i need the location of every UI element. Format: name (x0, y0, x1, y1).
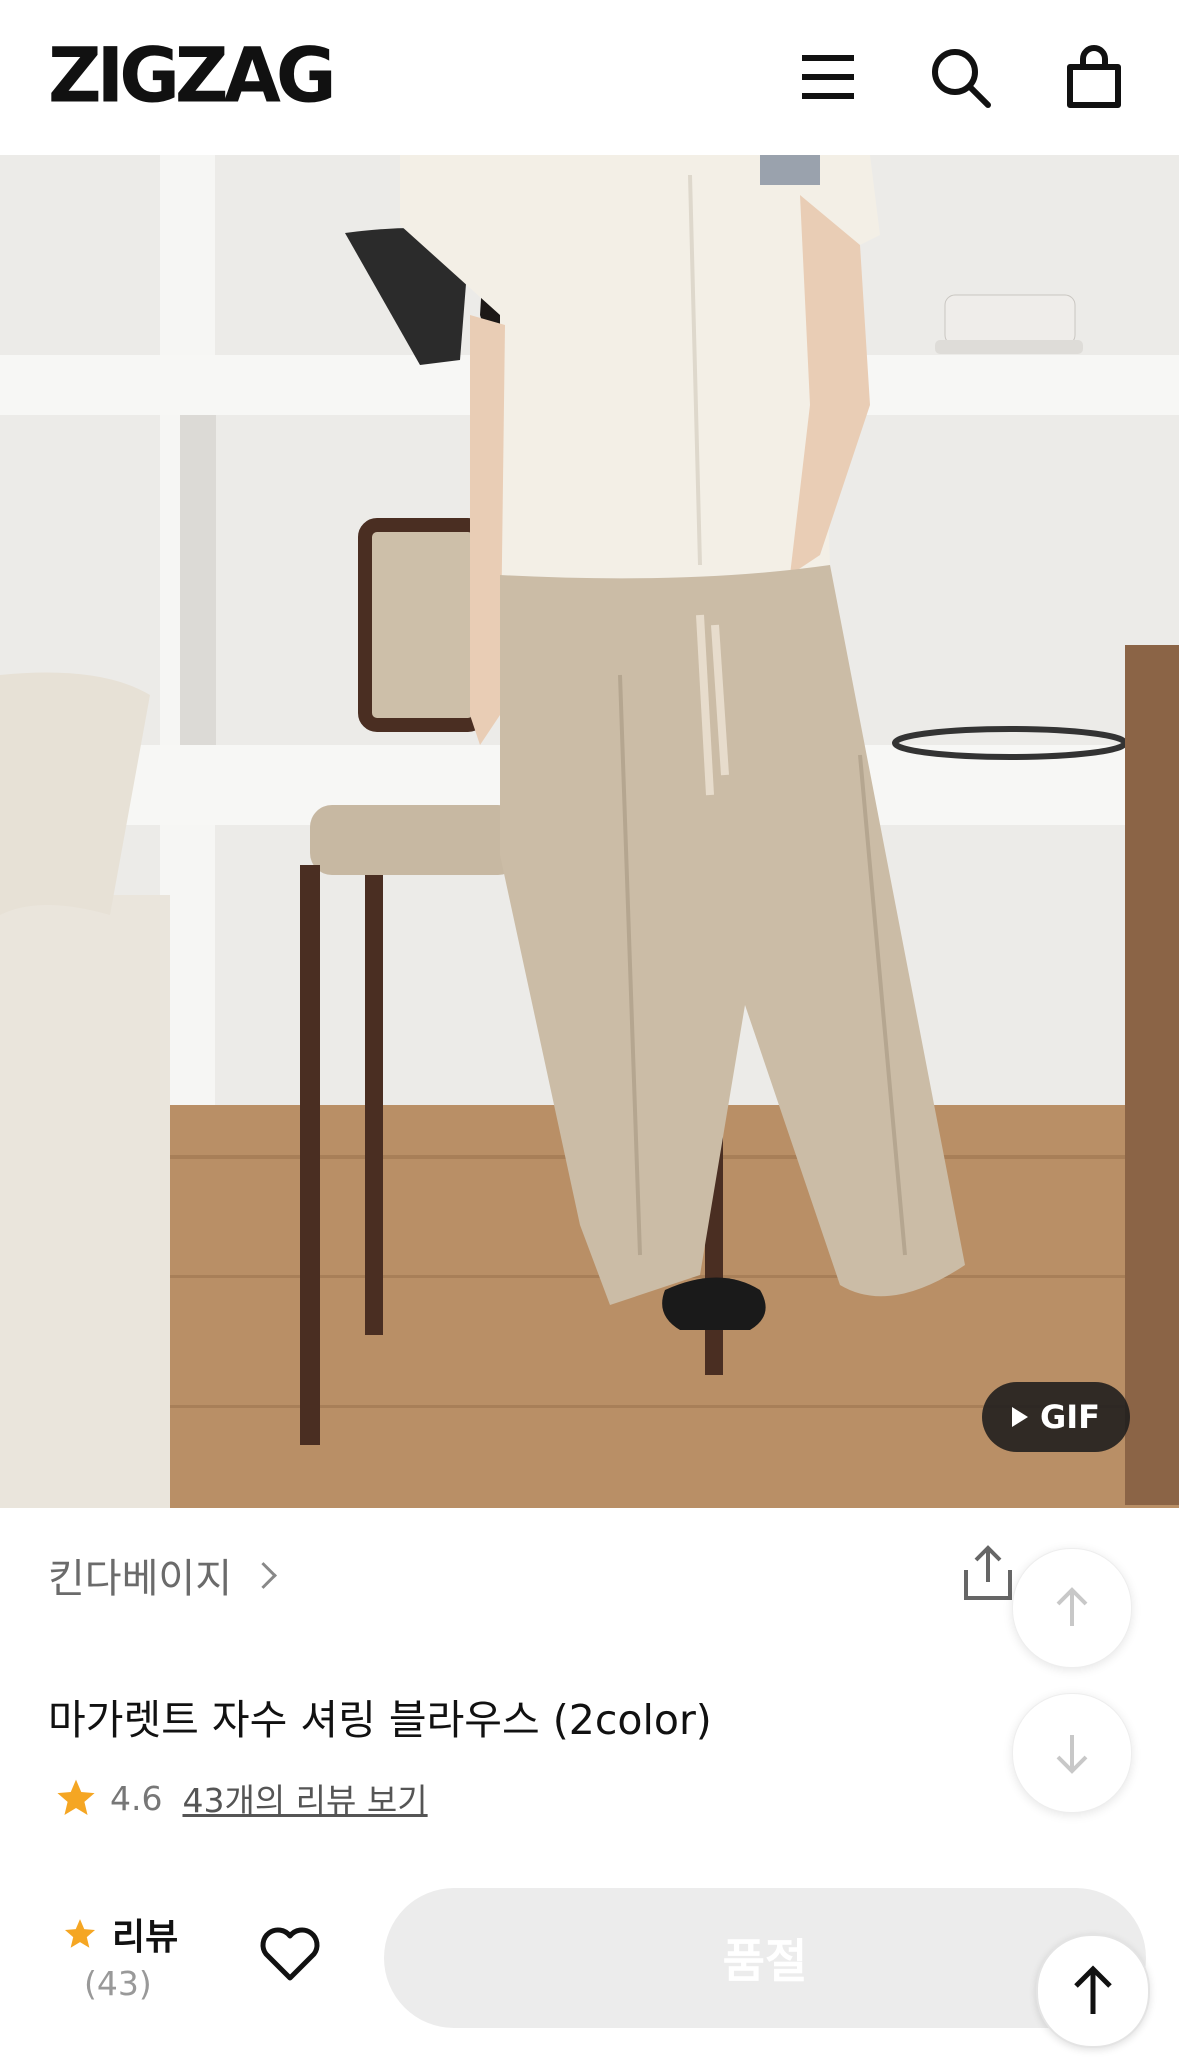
review-label: 리뷰 (112, 1917, 179, 1958)
zigzag-logo[interactable]: ZIGZAG (48, 35, 337, 117)
share-icon[interactable] (960, 1544, 1016, 1604)
arrow-down-icon (1056, 1735, 1088, 1774)
bottom-action-bar: 리뷰 (43) 품절 (0, 1858, 1179, 2067)
app-header: ZIGZAG (0, 0, 1179, 156)
review-link[interactable]: 43개의 리뷰 보기 (182, 1774, 427, 1822)
product-info: 마가렛트 자수 셔링 블라우스 (2color) 4.6 43개의 리뷰 보기 (0, 1636, 1179, 1860)
star-icon (57, 1779, 95, 1815)
scroll-down-button[interactable] (1012, 1693, 1132, 1813)
shopping-bag-icon[interactable] (1062, 45, 1126, 109)
product-photo (0, 155, 1179, 1508)
store-name: 킨다베이지 (48, 1556, 232, 1602)
product-image[interactable]: GIF (0, 155, 1179, 1508)
chevron-right-icon (250, 1561, 277, 1589)
play-icon (1011, 1407, 1028, 1427)
review-button[interactable]: 리뷰 (62, 1908, 178, 1960)
heart-icon[interactable] (258, 1924, 322, 1984)
rating-value: 4.6 (110, 1778, 163, 1818)
product-title: 마가렛트 자수 셔링 블라우스 (2color) (48, 1696, 712, 1744)
rating-row: 4.6 43개의 리뷰 보기 (54, 1774, 428, 1822)
menu-icon[interactable] (796, 45, 860, 109)
scroll-to-top-button[interactable] (1036, 1934, 1150, 2048)
gif-label: GIF (1039, 1398, 1101, 1436)
store-row: 킨다베이지 (0, 1508, 1179, 1638)
arrow-up-icon (1056, 1587, 1088, 1626)
scroll-up-button[interactable] (1012, 1548, 1132, 1668)
star-icon (64, 1919, 96, 1948)
scroll-to-top-icon (1074, 1965, 1112, 2014)
gif-badge[interactable]: GIF (982, 1382, 1130, 1452)
review-count: (43) (84, 1964, 152, 2003)
sold-out-button[interactable]: 품절 (384, 1888, 1146, 2028)
store-link[interactable]: 킨다베이지 (48, 1546, 277, 1604)
search-icon[interactable] (928, 45, 992, 109)
